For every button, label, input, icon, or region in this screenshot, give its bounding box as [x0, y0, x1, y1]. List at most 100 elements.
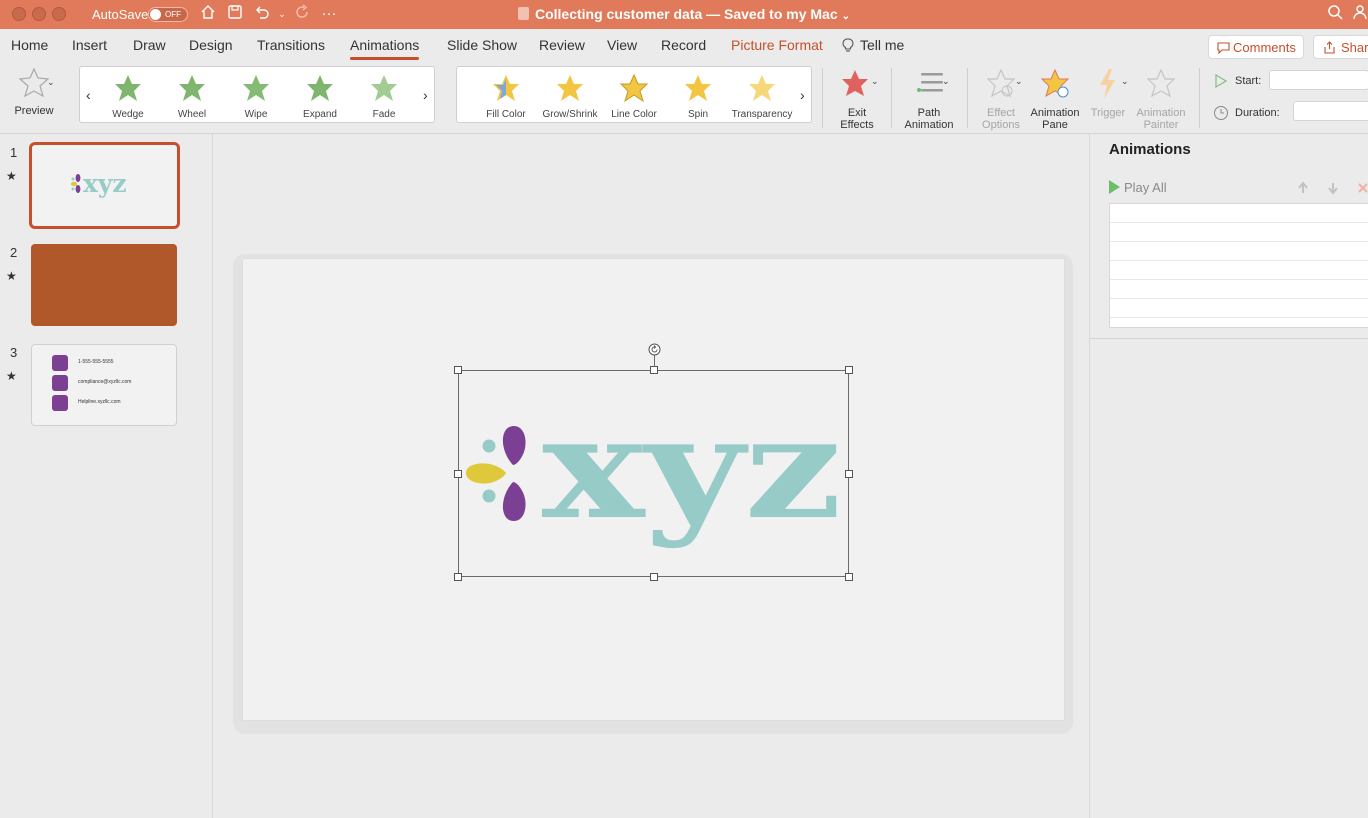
- search-icon[interactable]: [1325, 4, 1345, 24]
- tab-review[interactable]: Review: [539, 37, 585, 53]
- move-down-icon[interactable]: [1326, 181, 1340, 195]
- share-button[interactable]: Share: [1313, 35, 1368, 59]
- ribbon-separator: [822, 68, 823, 128]
- tab-picture-format[interactable]: Picture Format: [731, 37, 823, 53]
- animation-painter-button[interactable]: Animation Painter: [1133, 66, 1189, 131]
- tab-insert[interactable]: Insert: [72, 37, 107, 53]
- effect-fade[interactable]: Fade: [352, 67, 416, 124]
- tab-transitions[interactable]: Transitions: [257, 37, 325, 53]
- email-icon: [52, 375, 68, 391]
- resize-handle[interactable]: [845, 366, 853, 374]
- animation-pane-button[interactable]: Animation Pane: [1028, 66, 1082, 131]
- preview-button[interactable]: Preview: [8, 66, 63, 117]
- animation-painter-label: Animation Painter: [1133, 107, 1189, 131]
- resize-handle[interactable]: [650, 573, 658, 581]
- effect-options-dropdown-icon[interactable]: ⌄: [1015, 76, 1023, 87]
- ribbon-separator: [1199, 68, 1200, 128]
- emphasis-star-icon: [749, 75, 775, 101]
- rotate-handle-icon[interactable]: [648, 343, 661, 356]
- title-chevron-icon[interactable]: ⌄: [842, 11, 850, 22]
- emphasis-star-icon: [493, 75, 519, 101]
- move-up-icon[interactable]: [1296, 181, 1310, 195]
- entrance-star-icon: [243, 75, 269, 101]
- list-row-divider: [1110, 317, 1368, 318]
- slide-number: 2: [10, 245, 18, 260]
- gallery-next-icon[interactable]: ›: [423, 87, 428, 103]
- label-line: Exit: [847, 107, 867, 119]
- animation-list[interactable]: [1109, 203, 1368, 328]
- clock-icon: [1214, 106, 1228, 120]
- effect-grow-shrink[interactable]: Grow/Shrink: [538, 67, 602, 124]
- contact-text: 1-555-555-5555: [78, 359, 114, 365]
- path-animation-button[interactable]: Path Animation: [897, 66, 961, 131]
- preview-dropdown-icon[interactable]: ⌄: [47, 77, 55, 88]
- resize-handle[interactable]: [454, 573, 462, 581]
- label-line: Painter: [1143, 119, 1179, 131]
- play-all-button[interactable]: Play All: [1109, 180, 1167, 195]
- effect-line-color[interactable]: Line Color: [602, 67, 666, 124]
- account-icon[interactable]: [1352, 4, 1368, 24]
- picture-selection-box[interactable]: [454, 343, 853, 581]
- title-bar: AutoSave OFF ⌄ ··· Collecting customer d…: [0, 0, 1368, 29]
- exit-dropdown-icon[interactable]: ⌄: [871, 76, 879, 87]
- effect-transparency[interactable]: Transparency: [730, 67, 794, 124]
- pane-divider: [1090, 338, 1368, 339]
- start-label: Start:: [1235, 75, 1262, 87]
- slide-thumbnail-2[interactable]: [31, 244, 177, 326]
- rotate-stem: [654, 355, 655, 367]
- slide-thumbnail-3[interactable]: 1-555-555-5555 compliance@xyzllc.com Hel…: [31, 344, 177, 426]
- duration-input[interactable]: [1293, 101, 1368, 121]
- trigger-button[interactable]: Trigger: [1086, 66, 1130, 119]
- gallery-next-icon[interactable]: ›: [800, 87, 805, 103]
- animation-star-icon: ★: [6, 269, 17, 283]
- slide-thumbnail-1[interactable]: xyz: [29, 142, 180, 229]
- path-animation-label: Path Animation: [897, 107, 961, 131]
- animation-pane-label: Animation Pane: [1028, 107, 1082, 131]
- ribbon-separator: [967, 68, 968, 128]
- effect-label: Wipe: [244, 109, 268, 120]
- tab-animations[interactable]: Animations: [350, 37, 420, 60]
- effect-wipe[interactable]: Wipe: [224, 67, 288, 124]
- effect-spin[interactable]: Spin: [666, 67, 730, 124]
- comments-button[interactable]: Comments: [1208, 35, 1304, 59]
- list-row-divider: [1110, 298, 1368, 299]
- resize-handle[interactable]: [650, 366, 658, 374]
- trigger-dropdown-icon[interactable]: ⌄: [1121, 76, 1129, 87]
- entrance-star-icon: [307, 75, 333, 101]
- label-line: Effect: [987, 107, 1015, 119]
- comment-icon: [1217, 42, 1230, 54]
- label-line: Effects: [840, 119, 874, 131]
- tab-view[interactable]: View: [607, 37, 637, 53]
- list-row-divider: [1110, 222, 1368, 223]
- tab-draw[interactable]: Draw: [133, 37, 166, 53]
- tab-slide-show[interactable]: Slide Show: [447, 37, 517, 53]
- entrance-star-icon: [115, 75, 141, 101]
- thumb-logo: xyz: [70, 169, 127, 198]
- start-select[interactable]: [1269, 70, 1368, 90]
- effect-wheel[interactable]: Wheel: [160, 67, 224, 124]
- tab-home[interactable]: Home: [11, 37, 48, 53]
- effect-label: Spin: [687, 109, 708, 120]
- duration-label: Duration:: [1235, 107, 1280, 119]
- emphasis-effects-gallery: Fill Color Grow/Shrink Line Color Spin T…: [456, 66, 812, 123]
- exit-effects-label: Exit Effects: [828, 107, 886, 131]
- tell-me[interactable]: Tell me: [842, 37, 904, 53]
- effect-expand[interactable]: Expand: [288, 67, 352, 124]
- resize-handle[interactable]: [454, 366, 462, 374]
- label-line: Path: [917, 107, 941, 119]
- play-icon: [1109, 180, 1120, 194]
- tab-record[interactable]: Record: [661, 37, 706, 53]
- contact-text: compliance@xyzllc.com: [78, 379, 132, 385]
- resize-handle[interactable]: [454, 470, 462, 478]
- gallery-prev-icon[interactable]: ‹: [86, 87, 91, 103]
- effect-fill-color[interactable]: Fill Color: [474, 67, 538, 124]
- effect-wedge[interactable]: Wedge: [96, 67, 160, 124]
- resize-handle[interactable]: [845, 470, 853, 478]
- remove-icon[interactable]: [1356, 181, 1368, 195]
- tab-design[interactable]: Design: [189, 37, 233, 53]
- animation-star-icon: ★: [6, 169, 17, 183]
- path-dropdown-icon[interactable]: ⌄: [942, 76, 950, 87]
- emphasis-star-icon: [557, 75, 583, 101]
- slide-number: 3: [10, 345, 18, 360]
- resize-handle[interactable]: [845, 573, 853, 581]
